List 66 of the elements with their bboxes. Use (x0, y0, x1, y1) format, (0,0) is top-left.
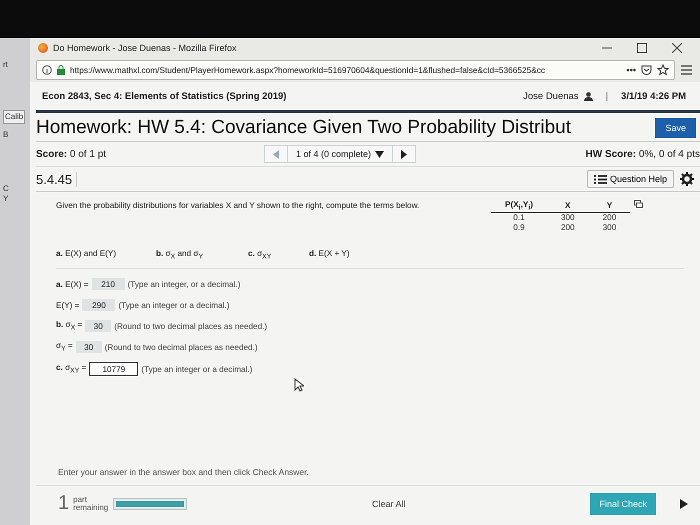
question-part: a. E(X) and E(Y) (56, 248, 118, 260)
background-text: Y (3, 194, 8, 204)
background-text: B (3, 130, 8, 140)
answer-label: σ$_{Y}$ = (56, 341, 73, 354)
right-triangle-icon[interactable] (401, 150, 408, 158)
table-cell-text: 300 (602, 222, 618, 233)
more-menu[interactable]: ••• (626, 65, 636, 75)
separator-text: | (606, 90, 608, 102)
course-title: Econ 2843, Sec 4: Elements of Statistics (Spring 2019) (42, 90, 286, 102)
table-header: X (546, 200, 589, 212)
question-part: c. σ$_{XY}$ (248, 248, 272, 260)
caret-icon[interactable] (375, 150, 384, 158)
background-text: rt (3, 60, 8, 70)
clear-all-button[interactable]: Clear All (366, 498, 412, 510)
answer-field[interactable]: 290 (82, 299, 116, 312)
background-text: Calib (3, 110, 26, 124)
homework-title: Homework: HW 5.4: Covariance Given Two Probability Distribut (36, 117, 572, 139)
window-title: Do Homework - Jose Duenas - Mozilla Firefox (53, 43, 237, 53)
answer-field[interactable]: 210 (92, 278, 125, 290)
instruction-text: Enter your answer in the answer box and then click Check Answer. (36, 467, 700, 486)
lock-icon (57, 65, 65, 75)
answer-hint: (Type an integer or a decimal.) (118, 300, 230, 310)
answer-label: a. E(X) = (56, 280, 89, 289)
answer-field[interactable]: 30 (76, 341, 102, 354)
table-cell: 200 (588, 212, 630, 223)
date-time: 3/1/19 4:26 PM (621, 90, 686, 102)
browser-logo-icon (38, 43, 48, 53)
table-header: Y (588, 200, 630, 212)
table-cell: 300 (546, 212, 589, 223)
table-cell-text: 0.9 (512, 222, 526, 233)
parts-count: 1 (58, 492, 70, 515)
parts-remaining-label: part remaining (73, 496, 110, 512)
list-icon (594, 174, 607, 184)
question-number: 5.4.45 (36, 172, 78, 186)
save-button[interactable]: Save (655, 118, 696, 138)
answer-label: c. σ$_{XY}$ = (56, 363, 86, 376)
question-part: b. σ$_{X}$ and σ$_{Y}$ (156, 248, 204, 260)
background-text: C (3, 184, 9, 194)
answer-field[interactable]: 30 (85, 320, 112, 332)
answer-hint: (Type an integer or a decimal.) (141, 364, 252, 374)
settings-icon[interactable] (680, 172, 694, 186)
table-cell: 0.1 (491, 212, 547, 223)
answer-hint: (Round to two decimal places as needed.) (114, 322, 268, 331)
score-text: Score: 0 of 1 pt (36, 148, 108, 160)
answer-label: E(Y) = (56, 300, 80, 310)
address-bar[interactable]: https://www.mathxl.com/Student/PlayerHomework.aspx?homeworkId=516970604&questionId=1&flushed=false&cId=5366525&cc ••• (36, 60, 675, 80)
person-icon (584, 92, 593, 100)
answer-hint: (Round to two decimal places as needed.) (104, 342, 258, 352)
answer-field[interactable]: 10779 (89, 362, 138, 376)
star-icon[interactable] (657, 64, 669, 76)
mouse-cursor-icon (294, 378, 304, 392)
next-arrow-icon[interactable] (680, 498, 688, 508)
user-name: Jose Duenas (523, 90, 579, 102)
table-cell-text: 200 (560, 222, 576, 233)
hw-score-text: HW Score: 0%, 0 of 4 pts (586, 148, 700, 160)
table-header: P(X$_{i}$,Y$_{i}$) (491, 200, 547, 212)
answer-label: b. σ$_{X}$ = (56, 320, 82, 332)
shield-icon[interactable] (641, 64, 652, 76)
copy-icon[interactable] (634, 200, 644, 208)
question-help-button[interactable]: Question Help (586, 170, 674, 188)
url-text: https://www.mathxl.com/Student/PlayerHomework.aspx?homeworkId=516970604&questionId=1&flushed=false&cId=5366525&cc (70, 65, 546, 75)
question-part: d. E(X + Y) (309, 248, 350, 260)
info-icon[interactable] (42, 65, 52, 75)
menu-icon[interactable] (681, 65, 692, 75)
question-prompt: Given the probability distributions for variables X and Y shown to the right, compute the terms below. (56, 200, 420, 212)
answer-hint: (Type an integer, or a decimal.) (128, 280, 240, 289)
